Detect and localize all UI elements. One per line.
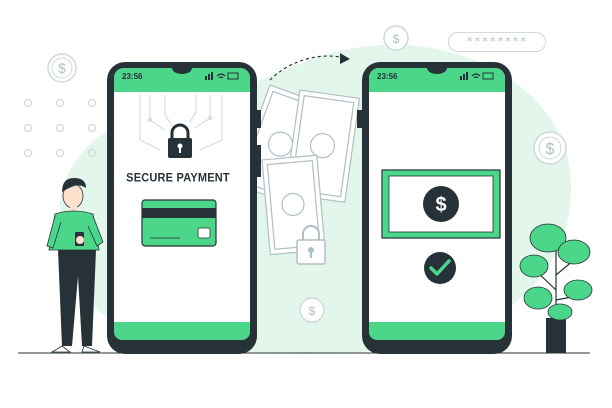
left-phone — [107, 62, 261, 354]
svg-text:$: $ — [546, 141, 555, 158]
right-phone-status-time: 23:56 — [377, 72, 398, 81]
dot-grid — [23, 98, 97, 158]
svg-text:$: $ — [58, 60, 66, 76]
dollar-coin-icon: $ — [533, 131, 567, 165]
credit-card-icon — [141, 199, 217, 247]
svg-text:$: $ — [393, 32, 400, 46]
illustration: $ $ $ $ $ — [18, 25, 593, 354]
dollar-banknote-icon: $ — [381, 169, 501, 239]
dollar-coin-icon: $ — [383, 25, 409, 51]
svg-text:$: $ — [435, 194, 446, 216]
right-phone: $ — [357, 62, 512, 354]
checkmark-icon — [424, 252, 456, 284]
svg-text:$: $ — [309, 304, 316, 318]
dollar-coin-icon: $ — [47, 53, 77, 83]
dollar-coin-icon: $ — [299, 297, 325, 323]
password-field: ******** — [448, 32, 546, 52]
secure-payment-label: SECURE PAYMENT — [126, 171, 230, 185]
left-phone-status-time: 23:56 — [122, 72, 143, 81]
